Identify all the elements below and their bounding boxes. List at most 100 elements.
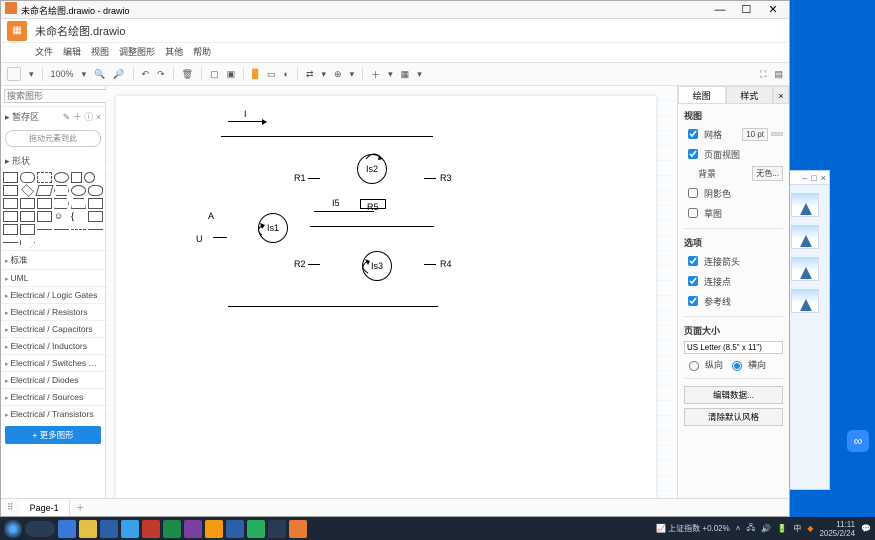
shape-cylinder[interactable] [71,185,86,196]
taskbar-app-icon[interactable] [58,520,76,538]
task-search[interactable] [25,521,55,537]
category-item[interactable]: Electrical / Switches and Rela... [1,354,105,371]
grid-color-icon[interactable] [771,132,783,136]
taskbar-app-icon[interactable] [79,520,97,538]
grid-checkbox[interactable] [688,129,698,139]
taskbar-app-icon[interactable] [121,520,139,538]
taskbar-app-icon[interactable] [247,520,265,538]
bgwin-min-icon[interactable]: – [802,173,807,183]
redo-icon[interactable]: ↷ [157,69,165,80]
bgwin-close-icon[interactable]: × [821,173,826,183]
to-front-icon[interactable]: ▢ [210,69,219,80]
file-thumb[interactable] [791,225,819,249]
shape-or[interactable] [88,211,103,222]
label-r3[interactable]: R3 [440,173,452,183]
zoom-out-icon[interactable]: 🔎 [113,69,124,80]
shape-ellipse[interactable] [54,172,69,183]
pageview-checkbox[interactable] [688,149,698,159]
canvas[interactable]: I Is2 R1 R3 I5 R5 A U [106,86,677,498]
r5-res[interactable] [360,199,386,209]
menu-edit[interactable]: 编辑 [63,45,81,58]
shape-actor[interactable]: ☺ [54,211,69,222]
menu-help[interactable]: 帮助 [193,45,211,58]
category-item[interactable]: Electrical / Resistors [1,303,105,320]
terminal-u[interactable] [213,237,227,238]
menu-extras[interactable]: 其他 [165,45,183,58]
points-checkbox[interactable] [688,276,698,286]
category-item[interactable]: Electrical / Inductors [1,337,105,354]
insert-icon[interactable]: ＋ [371,68,380,81]
taskbar-app-icon[interactable] [268,520,286,538]
shape-note[interactable] [3,211,18,222]
scratchpad-header[interactable]: ▸ 暂存区 [5,110,39,123]
shape-curly[interactable]: { [71,211,86,222]
shape-arrow[interactable] [37,229,52,230]
taskbar-app-icon[interactable] [184,520,202,538]
category-item[interactable]: Electrical / Sources [1,388,105,405]
window-maximize-icon[interactable]: ☐ [734,3,758,16]
shape-trap[interactable] [71,198,86,209]
taskbar-app-icon[interactable] [100,520,118,538]
notifications-icon[interactable]: 💬 [861,524,871,533]
shape-datastore[interactable] [20,224,35,235]
r2-res[interactable] [308,264,320,265]
to-back-icon[interactable]: ▣ [227,69,236,80]
category-item[interactable]: Electrical / Logic Gates [1,286,105,303]
label-u[interactable]: U [196,234,203,244]
shape-callout[interactable] [37,211,52,222]
arrows-checkbox[interactable] [688,256,698,266]
category-item[interactable]: 标准 [1,250,105,269]
clear-style-button[interactable]: 清除默认风格 [684,408,783,426]
category-item[interactable]: UML [1,269,105,286]
tray-battery-icon[interactable]: 🔋 [777,524,787,533]
fullscreen-icon[interactable]: ⛶ [760,69,766,80]
undo-icon[interactable]: ↶ [142,69,150,80]
taskbar-date[interactable]: 2025/2/24 [819,529,855,538]
connection-icon[interactable]: ⇄ [306,69,314,80]
shape-thickarrow[interactable] [20,237,35,248]
sketch-checkbox[interactable] [688,208,698,218]
category-item[interactable]: Electrical / Capacitors [1,320,105,337]
shape-hex[interactable] [54,185,69,196]
start-button[interactable] [4,520,22,538]
shape-arrow2[interactable] [54,229,69,230]
fill-color-icon[interactable]: ▉ [252,69,259,80]
shape-square[interactable] [71,172,82,183]
paper-select[interactable]: US Letter (8.5" x 11") [684,341,783,354]
drawing-page[interactable]: I Is2 R1 R3 I5 R5 A U [116,96,656,498]
shape-biarrow[interactable] [3,242,18,243]
shape-tape[interactable] [88,198,103,209]
cloud-badge-icon[interactable]: ∞ [847,430,869,452]
tray-ime-icon[interactable]: 中 [793,523,801,534]
label-r2[interactable]: R2 [294,259,306,269]
taskbar-app-icon[interactable] [226,520,244,538]
taskbar-app-icon[interactable] [205,520,223,538]
tab-style[interactable]: 样式 [726,86,774,104]
r4-res[interactable] [424,264,436,265]
taskbar-app-icon[interactable] [163,520,181,538]
wire-top[interactable] [221,136,433,137]
background-button[interactable]: 无色... [752,166,783,181]
file-thumb[interactable] [791,257,819,281]
shape-diamond[interactable] [21,184,34,197]
shape-intstore[interactable] [20,198,35,209]
taskbar-stock[interactable]: 📈 上证指数 +0.02% [656,523,730,534]
shape-dashed[interactable] [71,229,86,230]
shape-step[interactable] [54,198,69,209]
line-color-icon[interactable]: ▭ [267,69,276,80]
file-thumb[interactable] [791,289,819,313]
label-i[interactable]: I [244,109,247,119]
menu-arrange[interactable]: 调整图形 [119,45,155,58]
file-thumb[interactable] [791,193,819,217]
shape-cloud[interactable] [88,185,103,196]
pages-menu-icon[interactable]: ⠿ [1,502,20,513]
label-a[interactable]: A [208,211,214,221]
r1-res[interactable] [308,178,320,179]
scratchpad-drop[interactable]: 拖动元素到此 [5,130,101,147]
shape-round[interactable] [20,172,35,183]
document-title[interactable]: 未命名绘图.drawio [35,23,125,39]
label-r1[interactable]: R1 [294,173,306,183]
tray-app-icon[interactable]: ◆ [807,524,813,533]
waypoint-icon[interactable]: ⊕ [334,69,342,80]
table-icon[interactable]: ▦ [401,69,410,80]
